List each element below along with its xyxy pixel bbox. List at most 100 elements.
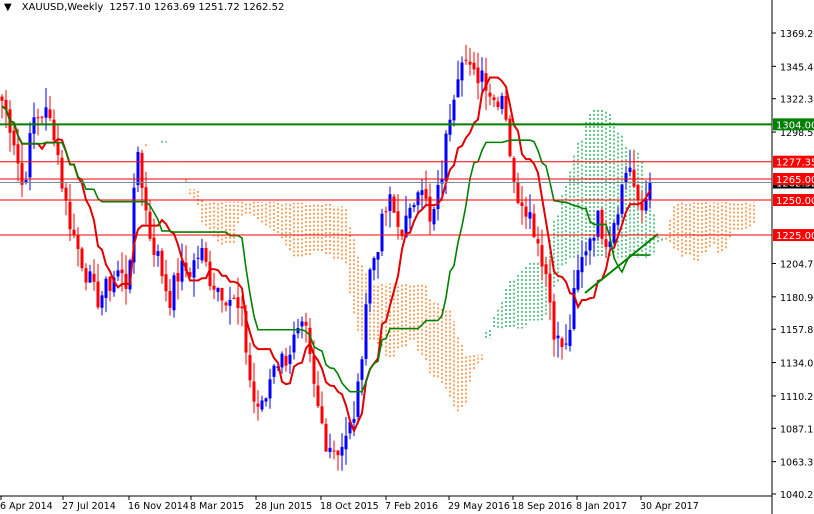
candle-body: [300, 321, 304, 327]
candle-body: [60, 157, 64, 189]
candle-body: [160, 250, 164, 277]
candle-body: [284, 355, 288, 366]
candle-body: [448, 119, 452, 135]
candle-body: [364, 304, 368, 359]
x-tick-label: 18 Sep 2016: [512, 501, 572, 512]
x-tick-label: 7 Feb 2016: [385, 501, 438, 512]
candle-body: [464, 59, 468, 61]
x-tick-label: 16 Nov 2014: [128, 501, 189, 512]
candle-body: [372, 258, 376, 271]
candle-body: [456, 79, 460, 98]
candle-body: [368, 269, 372, 304]
x-tick-label: 30 Apr 2017: [640, 501, 699, 512]
price-chart[interactable]: 1369.201345.401322.301298.501204.701180.…: [0, 0, 814, 514]
candle-body: [220, 287, 224, 301]
candle-body: [216, 287, 220, 292]
candle-body: [632, 169, 636, 187]
candle-body: [604, 239, 608, 248]
candle-body: [444, 133, 448, 181]
candle-body: [176, 272, 180, 282]
candle-body: [560, 338, 564, 348]
candle-body: [296, 327, 300, 334]
candle-body: [412, 204, 416, 208]
candle-body: [460, 62, 464, 81]
candle-body: [420, 190, 424, 195]
candle-body: [80, 248, 84, 269]
candle-body: [288, 354, 292, 364]
y-tick-label: 1134.00: [780, 359, 814, 370]
candle-body: [204, 248, 208, 262]
candle-body: [260, 400, 264, 410]
candle-body: [416, 192, 420, 206]
candle-body: [524, 206, 528, 217]
candle-body: [528, 212, 532, 219]
candle-body: [256, 403, 260, 407]
candle-body: [308, 327, 312, 355]
candle-body: [48, 109, 52, 119]
candle-body: [144, 187, 148, 211]
candle-body: [280, 353, 284, 368]
candle-body: [388, 194, 392, 211]
x-tick-label: 6 Apr 2014: [0, 501, 53, 512]
candle-body: [520, 202, 524, 207]
x-tick-label: 18 Oct 2015: [320, 501, 379, 512]
candle-body: [224, 302, 228, 306]
support-trendline: [584, 233, 659, 294]
candle-body: [196, 257, 200, 259]
candle-body: [376, 251, 380, 260]
candle-body: [408, 207, 412, 219]
candle-body: [576, 270, 580, 290]
candle-body: [564, 343, 568, 345]
y-tick-label: 1040.20: [780, 490, 814, 501]
x-tick-label: 27 Jul 2014: [62, 501, 116, 512]
candle-body: [164, 274, 168, 292]
candle-body: [264, 398, 268, 402]
candle-body: [212, 285, 216, 290]
candle-body: [316, 385, 320, 407]
candle-body: [120, 269, 124, 274]
candle-body: [352, 418, 356, 423]
candle-body: [104, 278, 108, 298]
candle-body: [36, 117, 40, 119]
chart-title: ▼ XAUUSD,Weekly 1257.10 1263.69 1251.72 12…: [4, 2, 284, 13]
candle-body: [108, 276, 112, 292]
candle-body: [432, 209, 436, 225]
candle-body: [116, 270, 120, 277]
candle-body: [340, 446, 344, 456]
candle-body: [92, 273, 96, 282]
candle-body: [380, 213, 384, 252]
chart-window[interactable]: 1369.201345.401322.301298.501204.701180.…: [0, 0, 814, 514]
candle-body: [304, 321, 308, 326]
candle-body: [32, 117, 36, 134]
candle-body: [532, 213, 536, 237]
candle-body: [584, 251, 588, 256]
candle-body: [476, 67, 480, 84]
candle-body: [568, 329, 572, 347]
candle-body: [360, 359, 364, 380]
candle-body: [252, 381, 256, 402]
candle-body: [332, 450, 336, 452]
candle-body: [268, 379, 272, 399]
candle-body: [292, 334, 296, 353]
ohlc-label: 1257.10 1263.69 1251.72 1262.52: [109, 2, 285, 13]
candle-body: [0, 96, 4, 101]
level-price-label: 1225.00: [776, 231, 814, 242]
candle-body: [544, 264, 548, 275]
x-tick-label: 29 May 2016: [448, 501, 510, 512]
candle-body: [624, 172, 628, 182]
triangle-down-icon[interactable]: ▼: [4, 2, 12, 13]
candle-body: [540, 245, 544, 267]
candle-body: [124, 273, 128, 289]
x-tick-label: 8 Jan 2017: [576, 501, 627, 512]
y-tick-label: 1369.20: [780, 29, 814, 40]
candle-body: [152, 237, 156, 255]
candle-body: [436, 185, 440, 210]
candle-body: [504, 96, 508, 120]
candle-body: [392, 196, 396, 213]
candle-body: [492, 97, 496, 101]
candle-body: [12, 130, 16, 146]
candle-body: [168, 291, 172, 308]
candle-body: [424, 189, 428, 199]
candle-body: [344, 435, 348, 450]
candle-body: [580, 257, 584, 273]
